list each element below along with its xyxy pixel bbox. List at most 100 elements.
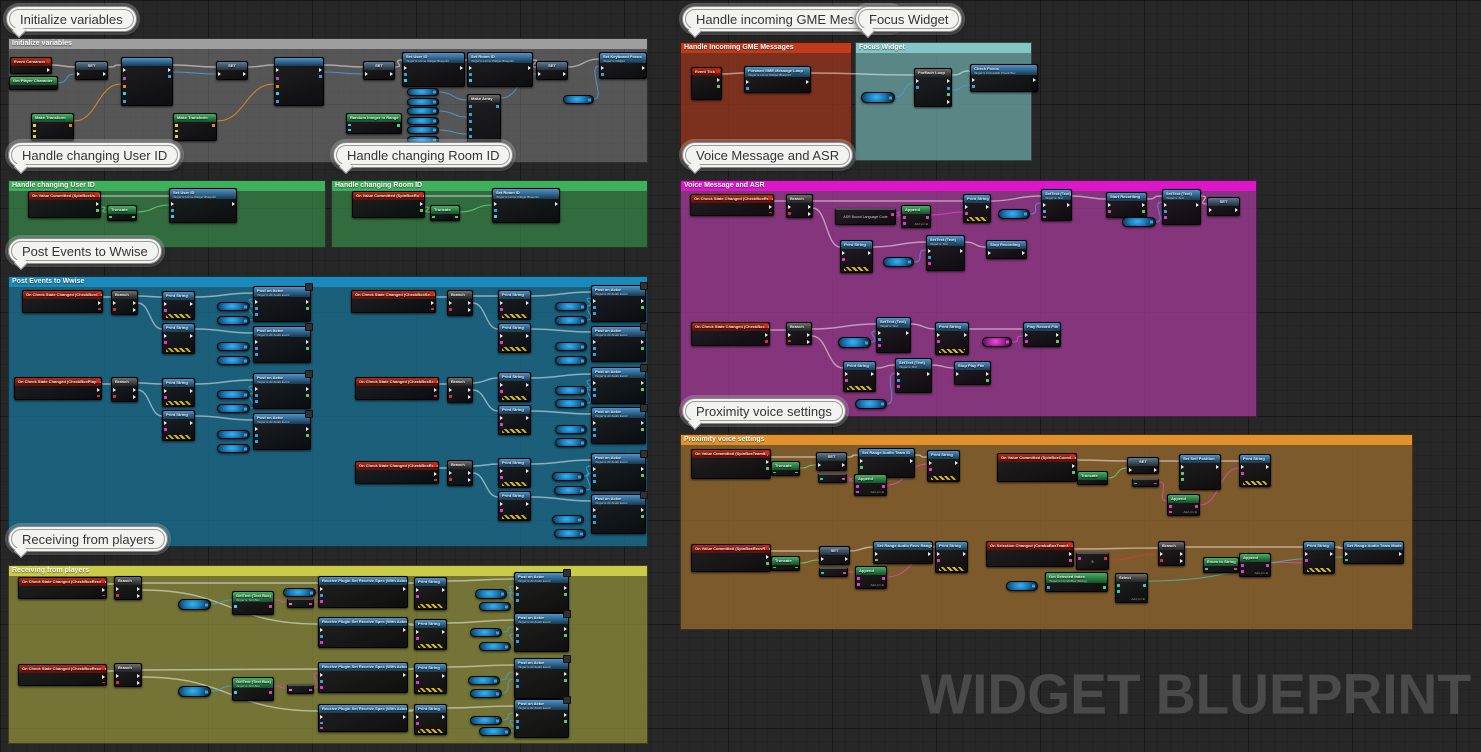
data-pin[interactable]	[171, 215, 174, 218]
node-set[interactable]: SET	[1207, 197, 1240, 216]
data-pin[interactable]	[1142, 210, 1145, 213]
node-print-string[interactable]: Print String	[162, 410, 195, 441]
exec-pin[interactable]	[845, 557, 848, 561]
data-pin[interactable]	[449, 478, 452, 481]
exec-pin[interactable]	[320, 587, 323, 591]
exec-pin[interactable]	[1209, 208, 1212, 212]
node-set[interactable]: SET	[536, 61, 568, 80]
exec-pin[interactable]	[642, 66, 645, 70]
exec-pin[interactable]	[897, 372, 900, 376]
exec-pin[interactable]	[1164, 203, 1167, 207]
data-pin[interactable]	[33, 124, 36, 127]
data-pin[interactable]	[505, 645, 508, 648]
exec-pin[interactable]	[390, 72, 393, 76]
exec-pin[interactable]	[133, 395, 136, 399]
variable-pill[interactable]	[470, 689, 502, 698]
data-pin[interactable]	[1047, 586, 1050, 589]
node-truncate[interactable]: Truncate	[771, 461, 800, 476]
data-pin[interactable]	[937, 340, 940, 343]
exec-pin[interactable]	[963, 552, 966, 556]
exec-pin[interactable]	[190, 334, 193, 338]
data-pin[interactable]	[908, 261, 911, 264]
exec-pin[interactable]	[403, 715, 406, 719]
node-print-string[interactable]: Print String	[414, 704, 447, 735]
exec-pin[interactable]	[137, 587, 140, 591]
node-append[interactable]: AppendAdd pin ⊕	[854, 474, 887, 496]
variable-pill[interactable]	[552, 472, 584, 481]
variable-pill[interactable]	[217, 404, 250, 413]
close-icon[interactable]	[765, 546, 769, 550]
variable-pill[interactable]	[1122, 217, 1156, 227]
exec-pin[interactable]	[500, 502, 503, 506]
data-pin[interactable]	[171, 209, 174, 212]
node-set[interactable]: SET	[75, 61, 108, 80]
variable-pill[interactable]	[407, 98, 439, 106]
exec-pin[interactable]	[526, 502, 529, 506]
node-post-on-actor[interactable]: Post on ActorTarget is Ak Audio Event	[253, 413, 311, 450]
exec-pin[interactable]	[845, 372, 848, 376]
exec-pin[interactable]	[319, 68, 322, 72]
data-pin[interactable]	[1108, 210, 1111, 213]
data-pin[interactable]	[123, 77, 126, 80]
exec-pin[interactable]	[526, 383, 529, 387]
close-icon[interactable]	[97, 292, 101, 296]
exec-pin[interactable]	[516, 672, 519, 676]
data-pin[interactable]	[244, 359, 247, 362]
exec-pin[interactable]	[243, 72, 246, 76]
exec-pin[interactable]	[494, 202, 497, 206]
data-pin[interactable]	[98, 308, 101, 310]
data-pin[interactable]	[593, 388, 596, 391]
data-pin[interactable]	[564, 593, 567, 596]
exec-pin[interactable]	[137, 681, 140, 685]
exec-pin[interactable]	[947, 100, 950, 104]
exec-pin[interactable]	[320, 628, 323, 632]
data-pin[interactable]	[505, 605, 508, 608]
node-stop-recording[interactable]: Stop Recording	[986, 240, 1027, 259]
node-print-string[interactable]: Print String	[935, 541, 968, 573]
data-pin[interactable]	[449, 395, 452, 398]
node-print-string[interactable]: Print String	[162, 378, 195, 407]
data-pin[interactable]	[116, 594, 119, 597]
node-foreach-loop[interactable]: ForEach Loop	[914, 68, 952, 107]
exec-pin[interactable]	[526, 416, 529, 420]
node-on-selection-changed-comboboxteammode[interactable]: On Selection Changed (ComboBoxTeamMode)	[986, 541, 1074, 567]
data-pin[interactable]	[593, 306, 596, 309]
node-on-check-state-changed-checkboxgen[interactable]: On Check State Changed (CheckBoxGen)	[22, 290, 103, 313]
node-post-on-actor[interactable]: Post on ActorTarget is Ak Audio Event	[253, 373, 311, 409]
data-pin[interactable]	[1024, 213, 1027, 216]
node-truncate[interactable]: Truncate	[1077, 471, 1108, 485]
data-pin[interactable]	[843, 572, 846, 574]
exec-pin[interactable]	[965, 205, 968, 209]
exec-pin[interactable]	[1196, 203, 1199, 207]
data-pin[interactable]	[320, 727, 323, 729]
exec-pin[interactable]	[1043, 203, 1046, 207]
data-pin[interactable]	[255, 440, 258, 443]
node-literal[interactable]	[287, 598, 314, 608]
data-pin[interactable]	[113, 395, 116, 398]
data-pin[interactable]	[845, 379, 848, 382]
data-pin[interactable]	[937, 559, 940, 562]
exec-pin[interactable]	[168, 68, 171, 72]
data-pin[interactable]	[564, 679, 567, 682]
variable-pill[interactable]	[552, 515, 584, 524]
node-set[interactable]: SET	[363, 61, 395, 80]
exec-pin[interactable]	[468, 301, 471, 305]
data-pin[interactable]	[416, 595, 419, 598]
data-pin[interactable]	[581, 389, 584, 392]
node-print-string[interactable]: Print String	[935, 322, 969, 355]
data-pin[interactable]	[1117, 590, 1120, 593]
exec-pin[interactable]	[564, 586, 567, 590]
variable-pill[interactable]	[855, 399, 887, 409]
exec-pin[interactable]	[1266, 465, 1269, 469]
exec-pin[interactable]	[641, 467, 644, 471]
exec-pin[interactable]	[641, 299, 644, 303]
node-on-value-committed-spinboxuserid[interactable]: On Value Committed (SpinBoxUserId)	[28, 191, 101, 218]
exec-pin[interactable]	[956, 372, 959, 376]
data-pin[interactable]	[903, 216, 906, 219]
data-pin[interactable]	[881, 403, 884, 406]
node-print-string[interactable]: Print String	[1239, 454, 1271, 487]
close-icon[interactable]	[716, 69, 720, 73]
data-pin[interactable]	[431, 308, 434, 310]
exec-pin[interactable]	[232, 202, 235, 206]
data-pin[interactable]	[500, 308, 503, 311]
